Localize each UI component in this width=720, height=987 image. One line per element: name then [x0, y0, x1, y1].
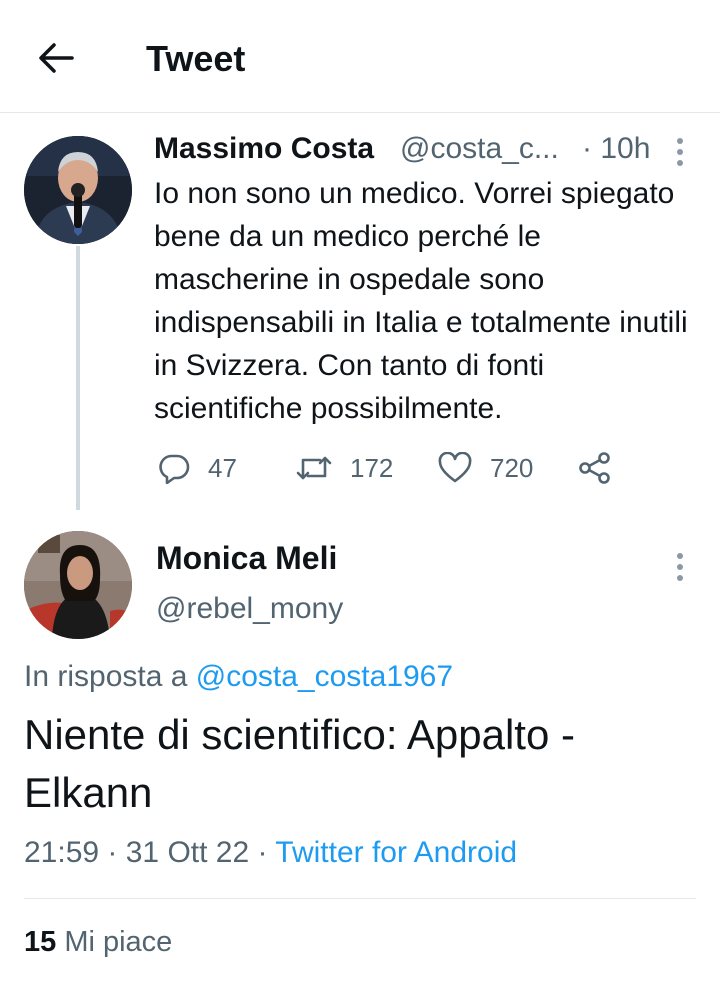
more-dot [677, 149, 683, 155]
tweet-time: · 10h [582, 132, 651, 165]
more-options-button[interactable] [670, 136, 690, 172]
tweet-meta: 21:59 · 31 Ott 22 · Twitter for Android [24, 836, 517, 870]
profile-photo-monica [24, 531, 132, 639]
retweet-button[interactable]: 172 [296, 448, 393, 488]
author-handle[interactable]: @rebel_mony [156, 592, 343, 626]
more-dots-icon [677, 138, 683, 144]
tweet-time: 21:59 [24, 836, 100, 869]
tweet-text: Io non sono un medico. Vorrei spiegato b… [154, 177, 688, 425]
more-dot [677, 564, 683, 570]
retweet-icon [296, 456, 332, 480]
profile-photo-massimo [24, 136, 132, 244]
thread-connector [76, 246, 80, 510]
page-title: Tweet [146, 38, 246, 79]
meta-separator: · [249, 836, 276, 869]
more-options-button[interactable] [670, 551, 690, 587]
likes-count: 15 [24, 926, 57, 958]
author-name[interactable]: Monica Meli [156, 540, 337, 577]
likes-label: Mi piace [64, 926, 173, 958]
share-icon [579, 452, 610, 484]
reply-icon [159, 454, 190, 484]
share-button[interactable] [578, 448, 612, 488]
like-count: 720 [490, 452, 534, 483]
more-dot [677, 160, 683, 166]
back-button[interactable] [36, 38, 76, 78]
likes-summary[interactable]: 15 Mi piace [24, 926, 172, 959]
like-button[interactable]: 720 [438, 448, 533, 488]
author-name[interactable]: Massimo Costa [154, 132, 374, 166]
tweet-source-link[interactable]: Twitter for Android [275, 836, 517, 869]
reply-prefix: In risposta a [24, 660, 196, 693]
heart-icon [438, 452, 472, 483]
tweet-date: 31 Ott 22 [125, 836, 250, 869]
more-dot [677, 575, 683, 581]
avatar[interactable] [24, 136, 132, 244]
arrow-left-icon [39, 43, 74, 73]
reply-to-link[interactable]: @costa_costa1967 [196, 660, 453, 693]
reply-button[interactable]: 47 [158, 448, 237, 488]
retweet-count: 172 [350, 452, 394, 483]
divider [24, 898, 696, 899]
author-handle[interactable]: @costa_c... [400, 132, 570, 166]
more-dots-icon [677, 553, 683, 559]
tweet-text: Niente di scientifico: Appalto - Elkann [24, 711, 575, 816]
reply-context: In risposta a @costa_costa1967 [24, 660, 453, 694]
reply-count: 47 [208, 452, 237, 483]
avatar[interactable] [24, 531, 132, 639]
meta-separator: · [99, 836, 126, 869]
top-bar: Tweet [0, 0, 720, 113]
